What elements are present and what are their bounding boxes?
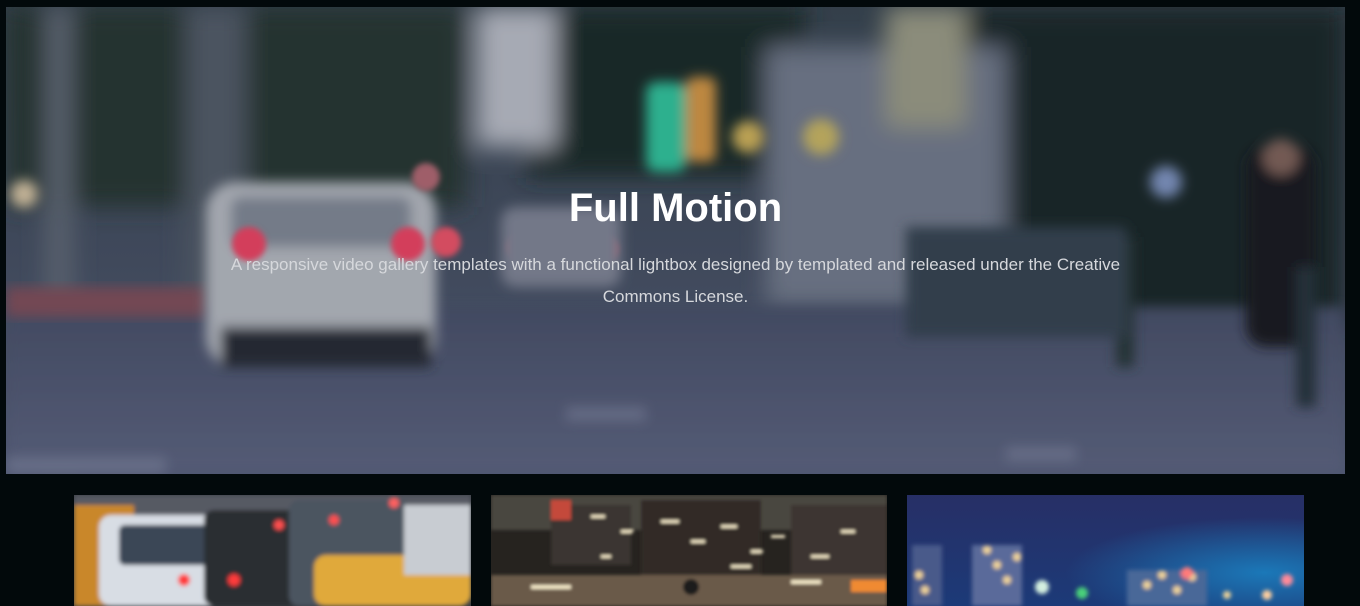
- hero-description: A responsive video gallery templates wit…: [230, 255, 1121, 306]
- hero-overlay: [6, 7, 1345, 474]
- hero-banner: Full Motion A responsive video gallery t…: [6, 7, 1345, 474]
- gallery-thumbnail-image: [491, 495, 887, 606]
- gallery-item-city-bokeh[interactable]: [907, 495, 1304, 606]
- hero-title: Full Motion: [568, 186, 783, 230]
- gallery-item-traffic[interactable]: [74, 495, 471, 606]
- gallery-thumbnail-image: [74, 495, 471, 606]
- gallery-item-city-night[interactable]: [491, 495, 887, 606]
- page: Full Motion A responsive video gallery t…: [0, 0, 1360, 606]
- gallery-thumbnail-image: [907, 495, 1304, 606]
